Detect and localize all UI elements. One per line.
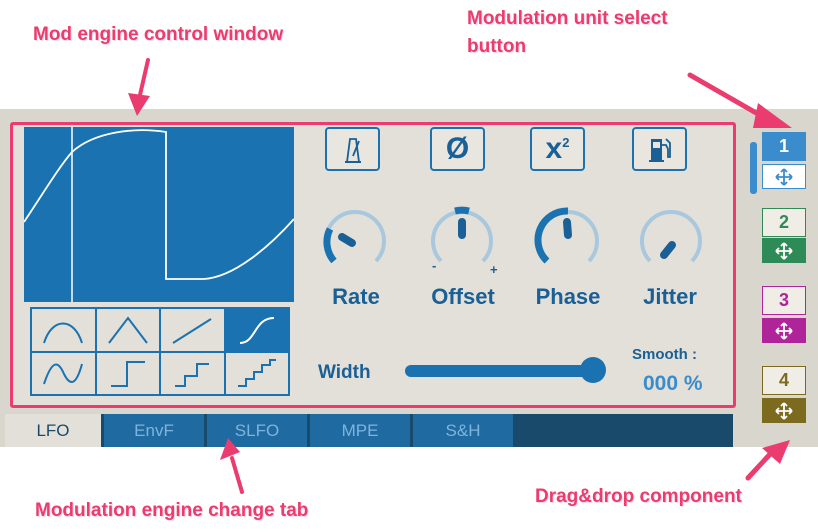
phase-knob[interactable] — [533, 205, 603, 275]
smooth-value[interactable]: 000 % — [643, 372, 703, 396]
rate-label: Rate — [332, 284, 380, 309]
offset-plus-label: + — [490, 262, 498, 277]
offset-label: Offset — [431, 284, 495, 309]
unit-4-drag-handle[interactable] — [762, 398, 806, 423]
metronome-icon — [344, 138, 361, 163]
annotation-unit-select-line2: button — [467, 36, 527, 57]
unit-1-drag-handle[interactable] — [762, 164, 806, 189]
unit-4-select-button[interactable]: 4 — [762, 366, 806, 395]
annotation-mod-window: Mod engine control window — [33, 24, 284, 45]
move-icon — [775, 321, 793, 340]
tab-mpe[interactable]: MPE — [310, 414, 410, 447]
move-icon — [775, 241, 793, 260]
annotation-drag-drop: Drag&drop component — [535, 486, 742, 507]
phase-invert-icon: Ø — [445, 132, 470, 165]
waveform-display — [23, 127, 295, 302]
width-slider-track[interactable] — [405, 365, 595, 377]
unit-2-drag-handle[interactable] — [762, 238, 806, 263]
shape-step-3-icon[interactable] — [224, 351, 289, 395]
jitter-label: Jitter — [643, 284, 697, 309]
exponent-button[interactable]: x2 — [530, 127, 585, 171]
unit-2-select-button[interactable]: 2 — [762, 208, 806, 237]
rate-knob[interactable] — [320, 205, 390, 275]
smooth-label: Smooth : — [632, 346, 697, 363]
annotation-unit-select-line1: Modulation unit select — [467, 8, 668, 29]
tab-sh[interactable]: S&H — [413, 414, 513, 447]
unit-scroll-indicator[interactable] — [750, 142, 757, 194]
offset-minus-label: - — [432, 258, 437, 273]
width-slider-thumb[interactable] — [580, 357, 606, 383]
width-label: Width — [318, 362, 371, 383]
shape-step-1-icon[interactable] — [95, 351, 160, 395]
phase-label: Phase — [535, 284, 601, 309]
tempo-sync-button[interactable] — [325, 127, 380, 171]
fuel-pump-icon — [648, 138, 671, 162]
unit-1-select-button[interactable]: 1 — [762, 132, 806, 161]
move-icon — [775, 401, 793, 420]
offset-knob[interactable] — [427, 205, 497, 275]
engine-tab-bar: LFO EnvF SLFO MPE S&H — [5, 414, 733, 447]
unit-3-drag-handle[interactable] — [762, 318, 806, 343]
unit-3-select-button[interactable]: 3 — [762, 286, 806, 315]
fuel-button[interactable] — [632, 127, 687, 171]
x-squared-icon: x2 — [545, 132, 570, 165]
phase-invert-button[interactable]: Ø — [430, 127, 485, 171]
tab-slfo[interactable]: SLFO — [207, 414, 307, 447]
shape-step-2-icon[interactable] — [160, 351, 225, 395]
shape-sine-half-icon[interactable] — [31, 308, 96, 352]
move-icon — [775, 167, 793, 186]
shape-sine-icon[interactable] — [31, 351, 96, 395]
waveform-shape-selector — [30, 307, 290, 396]
tab-lfo[interactable]: LFO — [5, 414, 101, 447]
annotation-engine-tab: Modulation engine change tab — [35, 500, 309, 521]
jitter-knob[interactable] — [636, 205, 706, 275]
shape-triangle-icon[interactable] — [95, 308, 160, 352]
tab-envf[interactable]: EnvF — [104, 414, 204, 447]
shape-s-curve-icon[interactable] — [224, 308, 289, 352]
shape-ramp-icon[interactable] — [160, 308, 225, 352]
